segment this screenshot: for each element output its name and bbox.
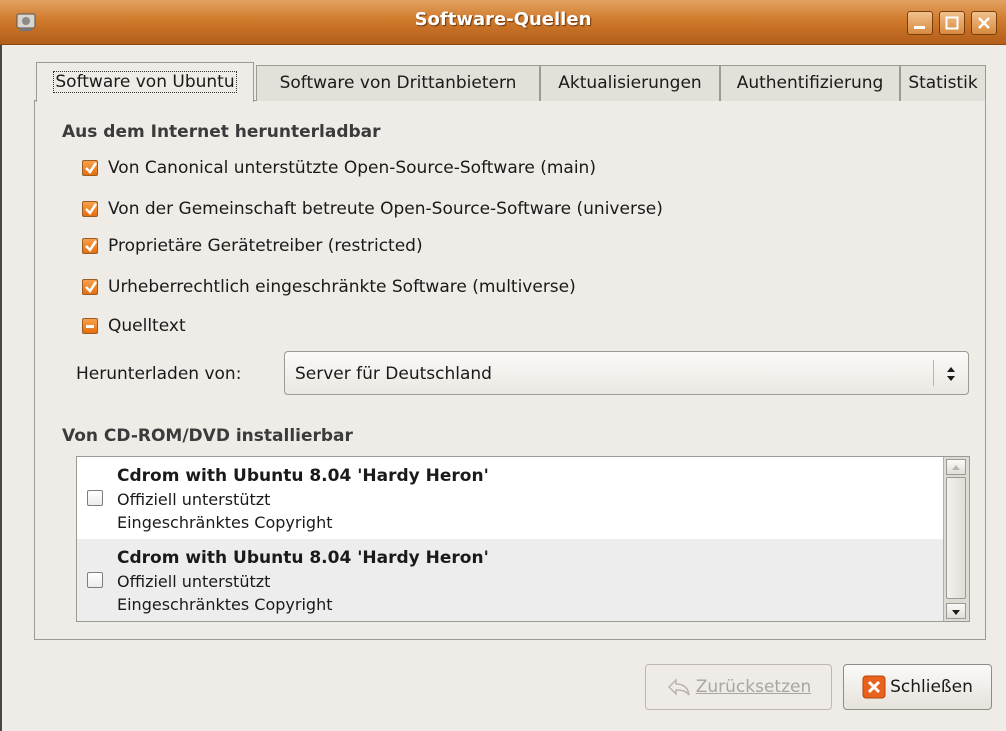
tab-software-von-drittanbietern[interactable]: Software von Drittanbietern (256, 65, 540, 101)
checkbox-mixed-icon[interactable] (82, 318, 98, 334)
revert-label: Zurücksetzen (695, 677, 812, 697)
checkbox-label: Proprietäre Gerätetreiber (restricted) (108, 236, 423, 256)
checkbox-label: Von der Gemeinschaft betreute Open-Sourc… (108, 199, 663, 219)
cdrom-checkbox[interactable] (87, 490, 103, 506)
scroll-thumb[interactable] (946, 477, 966, 599)
checkbox-checked-icon[interactable] (82, 201, 98, 217)
arrow-up-icon (952, 465, 960, 470)
checkbox-universe[interactable]: Von der Gemeinschaft betreute Open-Sourc… (82, 198, 663, 220)
checkbox-restricted[interactable]: Proprietäre Gerätetreiber (restricted) (82, 235, 423, 257)
cdrom-support-status: Offiziell unterstützt (117, 490, 271, 509)
scroll-down-button[interactable] (946, 603, 966, 619)
updown-arrows-icon (947, 367, 955, 381)
window-border (0, 44, 2, 731)
combo-separator (933, 360, 934, 386)
checkbox-label: Urheberrechtlich eingeschränkte Software… (108, 277, 576, 297)
tab-software-von-ubuntu[interactable]: Software von Ubuntu (36, 62, 254, 102)
revert-button[interactable]: Zurücksetzen (645, 664, 832, 710)
minimize-icon (914, 26, 925, 29)
cdrom-support-status: Offiziell unterstützt (117, 572, 271, 591)
tab-label: Aktualisierungen (558, 73, 702, 93)
maximize-button[interactable] (939, 11, 965, 35)
scroll-up-button[interactable] (946, 459, 966, 475)
tab-label: Authentifizierung (736, 73, 884, 93)
checkbox-label: Quelltext (108, 316, 186, 336)
list-scrollbar[interactable] (943, 457, 969, 621)
cdrom-section-heading: Von CD-ROM/DVD installierbar (62, 426, 353, 446)
title-bar[interactable]: Software-Quellen (0, 0, 1006, 45)
tab-label: Software von Drittanbietern (279, 73, 517, 93)
cdrom-title: Cdrom with Ubuntu 8.04 'Hardy Heron' (117, 466, 489, 486)
checkbox-checked-icon[interactable] (82, 238, 98, 254)
cdrom-list[interactable]: Cdrom with Ubuntu 8.04 'Hardy Heron' Off… (76, 456, 970, 622)
tab-label: Statistik (908, 73, 978, 93)
download-server-select[interactable]: Server für Deutschland (284, 351, 969, 395)
minimize-button[interactable] (907, 11, 933, 35)
close-label: Schließen (890, 677, 973, 697)
checkbox-main[interactable]: Von Canonical unterstützte Open-Source-S… (82, 157, 596, 179)
close-window-button[interactable] (971, 11, 997, 35)
cdrom-copyright-status: Eingeschränktes Copyright (117, 513, 333, 532)
checkbox-multiverse[interactable]: Urheberrechtlich eingeschränkte Software… (82, 276, 576, 298)
tab-authentifizierung[interactable]: Authentifizierung (720, 65, 900, 101)
checkbox-source-code[interactable]: Quelltext (82, 315, 186, 337)
internet-section-heading: Aus dem Internet herunterladbar (62, 122, 381, 142)
close-button[interactable]: Schließen (843, 664, 992, 710)
download-from-label: Herunterladen von: (76, 364, 242, 384)
tab-statistik[interactable]: Statistik (900, 65, 986, 101)
tab-aktualisierungen[interactable]: Aktualisierungen (540, 65, 720, 101)
checkbox-checked-icon[interactable] (82, 160, 98, 176)
maximize-icon (945, 16, 959, 30)
checkbox-label: Von Canonical unterstützte Open-Source-S… (108, 158, 596, 178)
cdrom-title: Cdrom with Ubuntu 8.04 'Hardy Heron' (117, 548, 489, 568)
cdrom-copyright-status: Eingeschränktes Copyright (117, 595, 333, 614)
download-server-value: Server für Deutschland (295, 364, 492, 384)
cdrom-checkbox[interactable] (87, 572, 103, 588)
close-icon (978, 17, 990, 29)
list-item[interactable]: Cdrom with Ubuntu 8.04 'Hardy Heron' Off… (77, 539, 943, 621)
revert-icon (667, 678, 690, 696)
close-icon (862, 675, 886, 699)
list-item[interactable]: Cdrom with Ubuntu 8.04 'Hardy Heron' Off… (77, 457, 943, 539)
arrow-down-icon (952, 610, 960, 615)
checkbox-checked-icon[interactable] (82, 279, 98, 295)
window-title: Software-Quellen (414, 9, 592, 30)
tab-label: Software von Ubuntu (53, 71, 237, 93)
